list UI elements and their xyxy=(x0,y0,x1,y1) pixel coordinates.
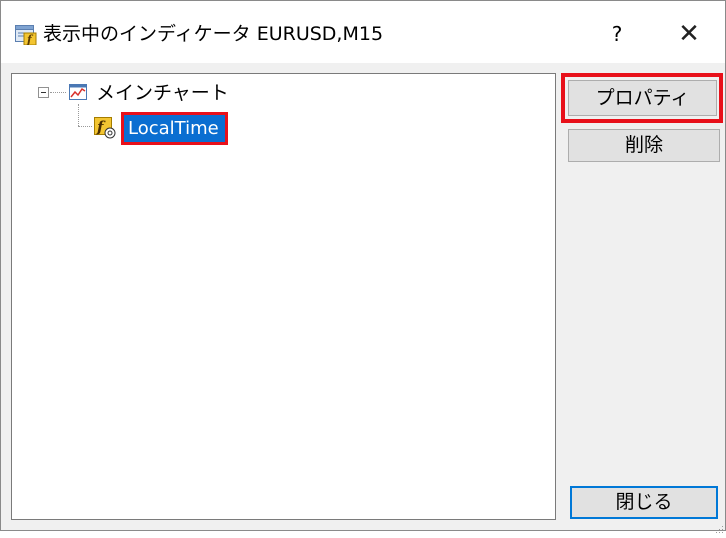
indicator-icon: f xyxy=(94,117,116,139)
resize-grip-icon[interactable] xyxy=(715,519,724,533)
indicator-tree[interactable]: メインチャート f LocalTime xyxy=(11,73,556,520)
tree-connector xyxy=(78,126,92,127)
close-button[interactable]: 閉じる xyxy=(570,486,718,519)
indicators-dialog: f 表示中のインディケータ EURUSD,M15 ? ✕ メインチャート f L… xyxy=(0,0,726,533)
properties-button[interactable]: プロパティ xyxy=(568,80,717,116)
indicator-window-icon: f xyxy=(15,25,37,46)
tree-node-main-chart[interactable]: メインチャート xyxy=(96,81,229,105)
window-title: 表示中のインディケータ EURUSD,M15 xyxy=(43,23,384,45)
chart-icon xyxy=(69,84,87,100)
help-button[interactable]: ? xyxy=(597,19,637,49)
title-bar: f 表示中のインディケータ EURUSD,M15 ? ✕ xyxy=(1,1,725,63)
delete-button[interactable]: 削除 xyxy=(568,129,720,162)
close-window-button[interactable]: ✕ xyxy=(669,17,709,51)
tree-connector xyxy=(50,92,66,93)
tree-connector xyxy=(78,104,79,126)
tree-node-localtime[interactable]: LocalTime xyxy=(124,115,225,142)
collapse-toggle-icon[interactable] xyxy=(38,87,49,98)
